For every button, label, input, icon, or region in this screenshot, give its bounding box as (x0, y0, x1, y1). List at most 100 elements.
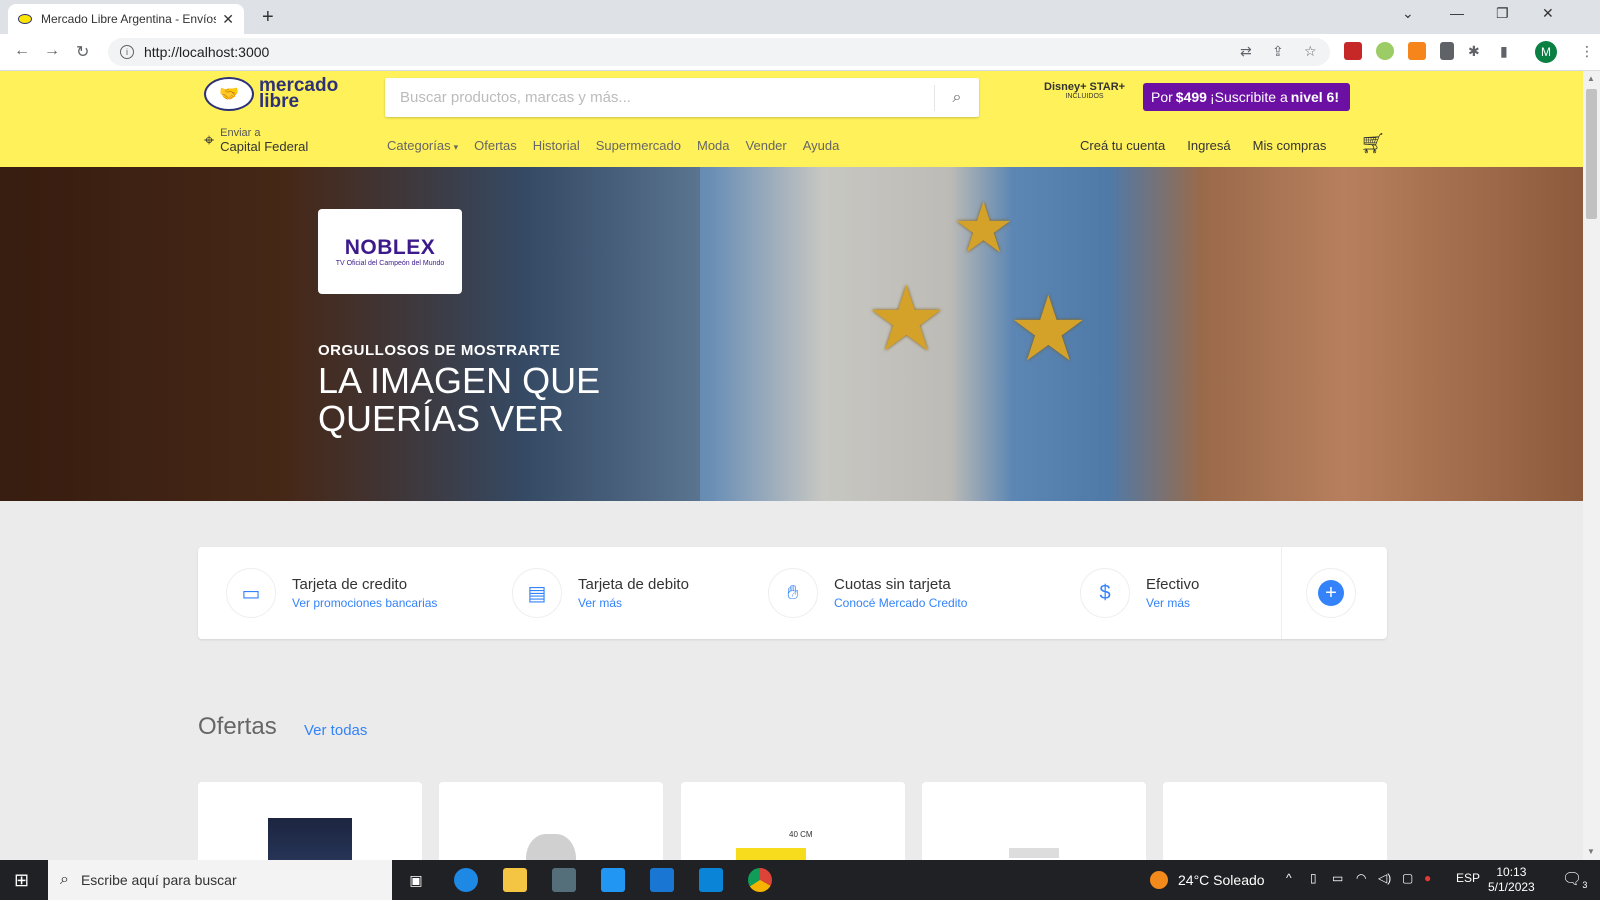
payment-credit-card[interactable]: ▭ Tarjeta de credito Ver promociones banc… (226, 568, 437, 618)
offer-card[interactable] (1163, 782, 1387, 860)
bookmark-star-icon[interactable]: ☆ (1304, 43, 1317, 60)
payment-debit-card[interactable]: ▤ Tarjeta de debito Ver más (512, 568, 689, 618)
mercadolibre-logo[interactable]: 🤝 mercado libre (204, 76, 349, 111)
nav-categorias-label[interactable]: Categorías (387, 138, 451, 153)
nav-supermercado[interactable]: Supermercado (596, 138, 681, 153)
share-icon[interactable]: ⇪ (1272, 43, 1284, 60)
search-icon[interactable]: ⌕ (935, 89, 979, 107)
translate-icon[interactable]: ⇄ (1240, 43, 1252, 60)
tray-alert-icon[interactable]: ● (1424, 871, 1431, 885)
extension-green-icon[interactable] (1376, 42, 1394, 60)
payment-title: Tarjeta de debito (578, 576, 689, 593)
disney-text: Disney+ STAR+ (1044, 81, 1126, 93)
payment-link[interactable]: Ver más (578, 596, 689, 610)
calculator-icon[interactable] (552, 868, 576, 892)
store-icon[interactable] (601, 868, 625, 892)
site-info-icon[interactable]: i (120, 45, 134, 59)
weather-widget[interactable]: 24°C Soleado (1150, 871, 1265, 889)
forward-icon[interactable]: → (44, 42, 60, 60)
address-bar[interactable]: i http://localhost:3000 (108, 38, 1330, 66)
tray-device-icon[interactable]: ▯ (1310, 871, 1317, 885)
scroll-down-icon[interactable]: ▼ (1587, 847, 1595, 856)
extensions-puzzle-icon[interactable]: ✱ (1468, 43, 1480, 60)
payment-installments[interactable]: ✋︎ Cuotas sin tarjeta Conocé Mercado Cred… (768, 568, 967, 618)
side-panel-icon[interactable]: ▮ (1500, 43, 1508, 60)
tray-app-icon[interactable]: ▢ (1402, 871, 1413, 885)
nav-categorias[interactable]: Categorías ▾ (387, 138, 458, 153)
payment-title: Efectivo (1146, 576, 1200, 593)
taskbar-search[interactable]: ⌕ Escribe aquí para buscar (48, 860, 392, 900)
nav-ofertas[interactable]: Ofertas (474, 138, 517, 153)
tray-chevron-icon[interactable]: ^ (1286, 871, 1292, 885)
close-window-icon[interactable]: ✕ (1542, 5, 1554, 22)
user-nav: Creá tu cuenta Ingresá Mis compras (1080, 138, 1326, 153)
battery-icon[interactable]: ▭ (1332, 871, 1343, 885)
payment-cash[interactable]: $ Efectivo Ver más (1080, 568, 1199, 618)
taskbar-search-input[interactable]: Escribe aquí para buscar (81, 872, 237, 888)
vscode-icon[interactable] (699, 868, 723, 892)
new-tab-button[interactable]: + (262, 6, 274, 29)
extension-pen-icon[interactable] (1440, 42, 1454, 60)
payment-link[interactable]: Ver más (1146, 596, 1199, 610)
login-link[interactable]: Ingresá (1187, 138, 1230, 153)
browser-toolbar: ← → ↻ i http://localhost:3000 ⇄ ⇪ ☆ ✱ ▮ … (0, 34, 1600, 71)
metamask-fox-icon[interactable] (1408, 42, 1426, 60)
scroll-up-icon[interactable]: ▲ (1587, 74, 1595, 83)
offers-see-all-link[interactable]: Ver todas (304, 722, 367, 739)
chrome-icon[interactable] (748, 868, 772, 892)
file-explorer-icon[interactable] (503, 868, 527, 892)
offer-card[interactable] (439, 782, 663, 860)
shipping-location[interactable]: ⌖ Enviar a Capital Federal (204, 127, 308, 154)
offer-card[interactable] (198, 782, 422, 860)
task-view-icon[interactable]: ▣ (404, 868, 428, 892)
nav-ayuda[interactable]: Ayuda (803, 138, 840, 153)
language-indicator[interactable]: ESP (1456, 871, 1480, 885)
subscription-promo-banner[interactable]: Por $499 ¡Suscribite a nivel 6! (1143, 83, 1351, 111)
location-pin-icon: ⌖ (204, 130, 215, 150)
windows-taskbar: ⊞ ⌕ Escribe aquí para buscar ▣ 24°C Sole… (0, 860, 1600, 900)
my-purchases-link[interactable]: Mis compras (1253, 138, 1327, 153)
notifications-icon[interactable]: 🗨︎3 (1562, 869, 1587, 890)
noblex-logo: NOBLEX TV Oficial del Campeón del Mundo (318, 209, 462, 294)
search-icon: ⌕ (60, 871, 69, 888)
hero-kicker: ORGULLOSOS DE MOSTRARTE (318, 342, 561, 359)
wifi-icon[interactable]: ◠ (1356, 871, 1366, 885)
volume-icon[interactable]: ◁) (1378, 871, 1391, 885)
nav-moda[interactable]: Moda (697, 138, 730, 153)
edge-icon[interactable] (454, 868, 478, 892)
payment-link[interactable]: Ver promociones bancarias (292, 596, 437, 610)
profile-avatar[interactable]: M (1535, 41, 1557, 63)
disney-star-logo[interactable]: Disney+ STAR+ INCLUIDOS (1044, 81, 1125, 100)
payment-divider (1281, 547, 1282, 639)
more-payments-button[interactable]: + (1306, 568, 1356, 618)
extension-red-icon[interactable] (1344, 42, 1362, 60)
product-image (1009, 848, 1059, 858)
mail-icon[interactable] (650, 868, 674, 892)
tab-search-icon[interactable]: ⌄ (1402, 5, 1414, 22)
hero-banner[interactable]: ★ ★ ★ NOBLEX TV Oficial del Campeón del … (0, 167, 1583, 501)
system-clock[interactable]: 10:13 5/1/2023 (1488, 865, 1535, 895)
page-scrollbar[interactable]: ▲ ▼ (1583, 71, 1600, 860)
search-input[interactable]: Buscar productos, marcas y más... (400, 89, 934, 106)
nav-vender[interactable]: Vender (746, 138, 787, 153)
debit-card-icon: ▤ (512, 568, 562, 618)
offer-card[interactable]: 40 CM (681, 782, 905, 860)
payment-title: Cuotas sin tarjeta (834, 576, 951, 593)
restore-icon[interactable]: ❐ (1496, 5, 1509, 22)
create-account-link[interactable]: Creá tu cuenta (1080, 138, 1165, 153)
payment-link[interactable]: Conocé Mercado Credito (834, 596, 967, 610)
minimize-icon[interactable]: — (1450, 5, 1464, 21)
cart-icon[interactable]: 🛒︎ (1360, 131, 1385, 156)
nav-historial[interactable]: Historial (533, 138, 580, 153)
browser-tab[interactable]: Mercado Libre Argentina - Envíos ✕ (8, 4, 244, 34)
search-box[interactable]: Buscar productos, marcas y más... ⌕ (385, 78, 979, 117)
close-tab-icon[interactable]: ✕ (222, 11, 234, 28)
noblex-tagline: TV Oficial del Campeón del Mundo (335, 260, 445, 267)
back-icon[interactable]: ← (14, 42, 30, 60)
menu-kebab-icon[interactable]: ⋮ (1580, 43, 1594, 60)
offer-card[interactable] (922, 782, 1146, 860)
windows-start-icon[interactable]: ⊞ (14, 870, 29, 891)
url-text[interactable]: http://localhost:3000 (144, 44, 269, 60)
scrollbar-thumb[interactable] (1586, 89, 1597, 219)
reload-icon[interactable]: ↻ (76, 42, 89, 62)
